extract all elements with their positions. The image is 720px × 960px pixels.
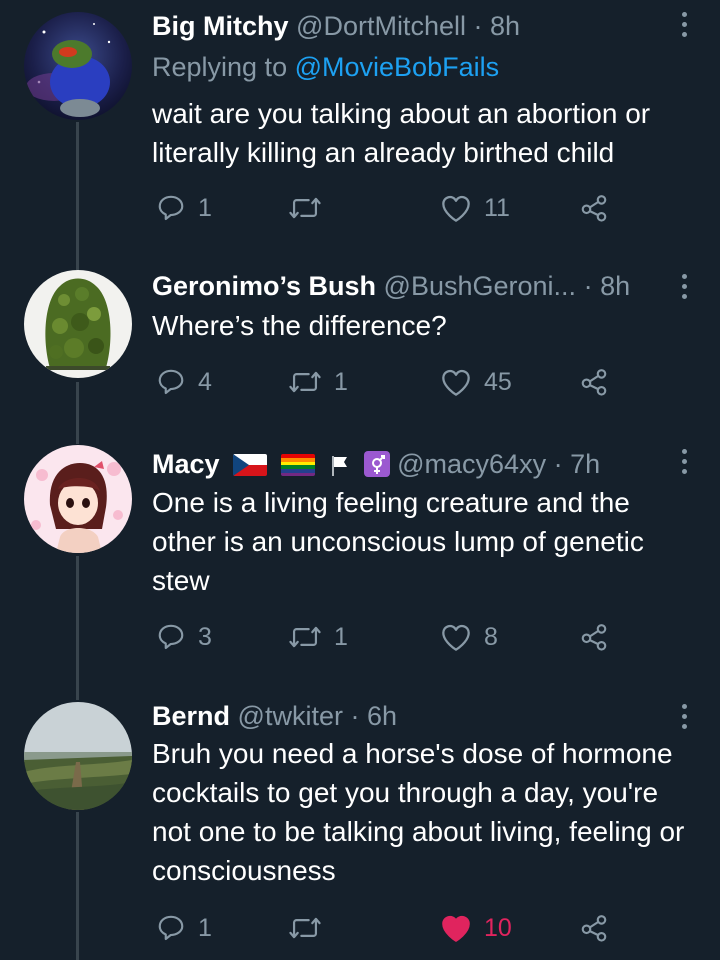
replying-to: Replying to @MovieBobFails: [152, 50, 499, 84]
tweet-text: wait are you talking about an abortion o…: [152, 98, 651, 168]
reply-icon: [158, 915, 184, 941]
reply-count: 1: [198, 193, 212, 222]
reply-button[interactable]: 1: [156, 188, 212, 228]
reply-icon: [158, 624, 184, 650]
user-handle[interactable]: @DortMitchell: [296, 11, 466, 41]
user-handle[interactable]: @macy64xy: [397, 449, 546, 479]
retweet-button[interactable]: [288, 908, 334, 948]
like-icon: [442, 195, 470, 222]
avatar[interactable]: [24, 270, 132, 378]
share-icon: [581, 624, 607, 651]
like-count: 8: [484, 622, 498, 651]
retweet-icon: [289, 197, 321, 219]
separator-dot: ·: [350, 701, 360, 731]
retweet-button[interactable]: [288, 188, 334, 228]
tweet[interactable]: Big Mitchy @DortMitchell · 8h Replying t…: [0, 0, 720, 260]
like-count: 10: [484, 913, 512, 942]
tweet-header: Geronimo’s Bush @BushGeroni... · 8h: [152, 269, 660, 303]
reply-count: 3: [198, 622, 212, 651]
timestamp[interactable]: 8h: [490, 11, 520, 41]
tweet-text: Where’s the difference?: [152, 310, 447, 341]
avatar[interactable]: [24, 12, 132, 120]
white-flag-emoji: [328, 454, 350, 476]
display-name[interactable]: Macy: [152, 449, 220, 479]
transgender-symbol-emoji: [363, 451, 390, 477]
display-name[interactable]: Bernd: [152, 701, 230, 731]
like-icon: [442, 624, 470, 651]
retweet-icon: [289, 626, 321, 648]
share-icon: [581, 369, 607, 396]
replying-to-label: Replying to: [152, 52, 288, 82]
tweet-header: Big Mitchy @DortMitchell · 8h: [152, 9, 660, 43]
tweet-actions: 4 1 45: [152, 362, 632, 402]
reply-button[interactable]: 3: [156, 617, 212, 657]
tweet[interactable]: Geronimo’s Bush @BushGeroni... · 8h Wher…: [0, 260, 720, 435]
retweet-icon: [289, 917, 321, 939]
czech-flag-emoji: [233, 454, 268, 476]
like-count: 45: [484, 367, 512, 396]
share-icon: [581, 195, 607, 222]
retweet-count: 1: [334, 622, 348, 651]
tweet-header: Bernd @twkiter · 6h: [152, 699, 660, 733]
avatar[interactable]: [24, 702, 132, 810]
tweet[interactable]: Macy @macy64xy · 7h One is a living feel…: [0, 435, 720, 697]
like-icon: [442, 915, 470, 942]
tweet-actions: 3 1 8: [152, 617, 632, 657]
more-icon[interactable]: [676, 704, 692, 729]
tweet-text: One is a living feeling creature and the…: [152, 487, 644, 596]
avatar[interactable]: [24, 445, 132, 553]
like-button[interactable]: 45: [440, 362, 512, 402]
separator-dot: ·: [553, 449, 563, 479]
timestamp[interactable]: 8h: [600, 271, 630, 301]
display-name[interactable]: Big Mitchy: [152, 11, 289, 41]
display-name[interactable]: Geronimo’s Bush: [152, 271, 376, 301]
retweet-button[interactable]: 1: [288, 362, 348, 402]
more-icon[interactable]: [676, 12, 692, 37]
replying-to-handle[interactable]: @MovieBobFails: [295, 52, 499, 82]
tweet[interactable]: Bernd @twkiter · 6h Bruh you need a hors…: [0, 690, 720, 960]
separator-dot: ·: [583, 271, 593, 301]
reply-button[interactable]: 4: [156, 362, 212, 402]
like-icon: [442, 369, 470, 396]
share-icon: [581, 915, 607, 942]
rainbow-flag-emoji: [280, 454, 315, 476]
like-count: 11: [484, 193, 510, 222]
retweet-count: 1: [334, 367, 348, 396]
reply-count: 4: [198, 367, 212, 396]
separator-dot: ·: [473, 11, 483, 41]
share-button[interactable]: [578, 617, 610, 657]
tweet-header: Macy @macy64xy · 7h: [152, 447, 660, 481]
reply-count: 1: [198, 913, 212, 942]
timestamp[interactable]: 6h: [367, 701, 397, 731]
tweet-actions: 1 10: [152, 908, 632, 948]
share-button[interactable]: [578, 188, 610, 228]
like-button[interactable]: 10: [440, 908, 512, 948]
more-icon[interactable]: [676, 449, 692, 474]
timestamp[interactable]: 7h: [570, 449, 600, 479]
tweet-text: Bruh you need a horse's dose of hormone …: [152, 738, 685, 886]
more-icon[interactable]: [676, 274, 692, 299]
tweet-actions: 1 11: [152, 188, 632, 228]
share-button[interactable]: [578, 908, 610, 948]
share-button[interactable]: [578, 362, 610, 402]
user-handle[interactable]: @BushGeroni...: [384, 271, 577, 301]
reply-button[interactable]: 1: [156, 908, 212, 948]
reply-icon: [158, 369, 184, 395]
like-button[interactable]: 8: [440, 617, 498, 657]
retweet-button[interactable]: 1: [288, 617, 348, 657]
retweet-icon: [289, 371, 321, 393]
like-button[interactable]: 11: [440, 188, 510, 228]
user-handle[interactable]: @twkiter: [238, 701, 343, 731]
reply-icon: [158, 195, 184, 221]
